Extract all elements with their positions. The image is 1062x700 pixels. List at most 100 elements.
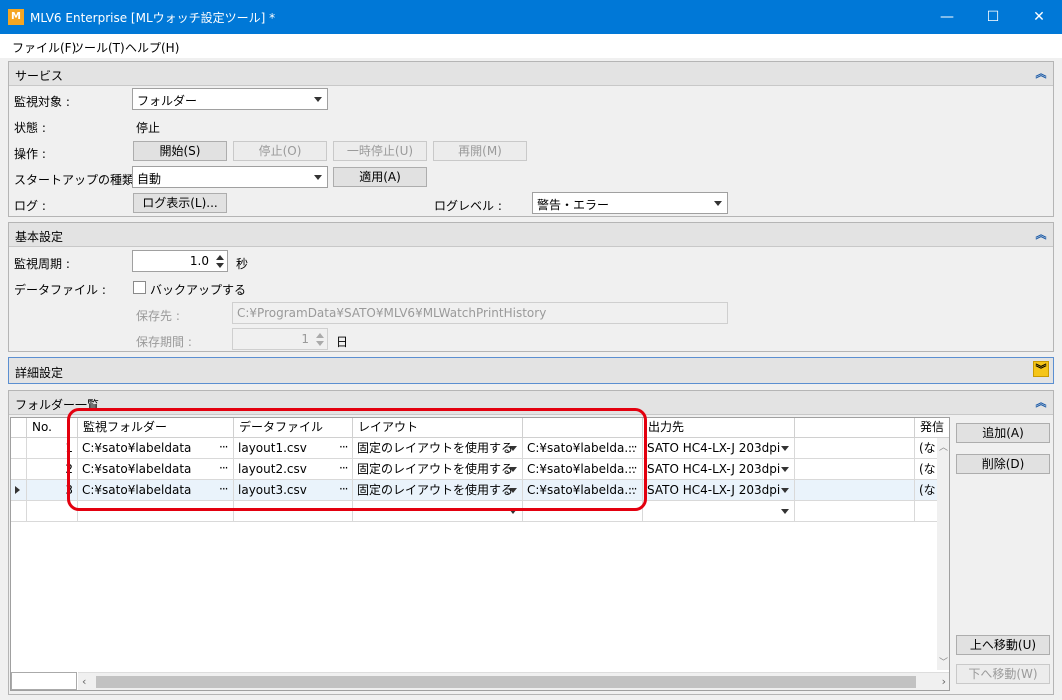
cell-datafile[interactable]: layout1.csv [234,438,353,459]
spin-down-icon[interactable] [216,263,224,268]
chevron-down-icon[interactable] [509,488,517,493]
add-button[interactable]: 追加(A) [956,423,1050,443]
maximize-button[interactable]: ☐ [970,0,1016,34]
cell-layout-path[interactable] [523,501,643,522]
menu-file[interactable]: ファイル(F) [12,39,76,56]
cell-extra[interactable]: (なし [915,480,937,501]
browse-icon[interactable]: ··· [339,438,349,456]
browse-icon[interactable]: ··· [339,459,349,477]
row-header[interactable] [11,438,27,459]
browse-icon[interactable]: ··· [628,459,638,477]
scroll-thumb[interactable] [96,676,916,688]
cell-output[interactable]: SATO HC4-LX-J 203dpi [643,480,795,501]
log-view-button[interactable]: ログ表示(L)... [133,193,227,213]
scroll-down-icon[interactable]: ﹀ [939,655,948,668]
header-extra[interactable]: 発信 [915,418,949,438]
chevron-down-icon[interactable] [509,446,517,451]
expand-down-icon[interactable]: ︾ [1033,361,1049,377]
table-row[interactable]: 1 C:¥sato¥labeldata ··· layout1.csv ··· … [11,438,949,459]
detail-panel[interactable]: 詳細設定 ︾ [8,357,1054,384]
collapse-up-icon[interactable]: ︽ [1033,66,1049,82]
cell-blank[interactable] [795,459,915,480]
cell-layout[interactable]: 固定のレイアウトを使用する [353,459,523,480]
scroll-right-icon[interactable]: › [942,675,946,688]
menu-tools[interactable]: ツール(T) [72,39,125,56]
row-header[interactable] [11,480,27,501]
cell-folder[interactable]: C:¥sato¥labeldata [78,459,234,480]
cell-output[interactable] [643,501,795,522]
delete-button[interactable]: 削除(D) [956,454,1050,474]
cell-folder[interactable]: C:¥sato¥labeldata [78,438,234,459]
move-up-button[interactable]: 上へ移動(U) [956,635,1050,655]
cell-datafile[interactable]: layout2.csv [234,459,353,480]
header-output[interactable]: 出力先 [643,418,795,438]
stop-button[interactable]: 停止(O) [233,141,327,161]
apply-button[interactable]: 適用(A) [333,167,427,187]
cell-extra[interactable]: (なし [915,459,937,480]
spin-up-icon[interactable] [316,333,324,338]
cell-layout[interactable] [353,501,523,522]
cell-layout-path[interactable]: C:¥sato¥labelda... [523,459,643,480]
header-layout-path[interactable] [523,418,643,438]
cell-folder[interactable]: C:¥sato¥labeldata [78,480,234,501]
move-down-button[interactable]: 下へ移動(W) [956,664,1050,684]
horizontal-scrollbar[interactable]: ‹ › [78,672,949,690]
resume-button[interactable]: 再開(M) [433,141,527,161]
cell-no[interactable]: 2 [27,459,78,480]
vertical-scrollbar[interactable]: ︿ ﹀ [937,438,949,670]
period-spinner[interactable]: 1.0 [132,250,228,272]
loglevel-combo[interactable]: 警告・エラー [532,192,728,214]
cell-datafile[interactable] [234,501,353,522]
row-header[interactable] [11,459,27,480]
target-combo[interactable]: フォルダー [132,88,328,110]
browse-icon[interactable]: ··· [219,459,229,477]
dest-field[interactable]: C:¥ProgramData¥SATO¥MLV6¥MLWatchPrintHis… [232,302,728,324]
cell-layout[interactable]: 固定のレイアウトを使用する [353,480,523,501]
cell-blank[interactable] [795,480,915,501]
chevron-down-icon[interactable] [781,467,789,472]
cell-blank[interactable] [795,501,915,522]
pause-button[interactable]: 一時停止(U) [333,141,427,161]
cell-folder[interactable] [78,501,234,522]
header-blank[interactable] [795,418,915,438]
chevron-down-icon[interactable] [509,509,517,514]
cell-datafile[interactable]: layout3.csv [234,480,353,501]
cell-no[interactable] [27,501,78,522]
cell-layout-path[interactable]: C:¥sato¥labelda... [523,480,643,501]
cell-layout-path[interactable]: C:¥sato¥labelda... [523,438,643,459]
chevron-down-icon[interactable] [781,446,789,451]
menu-help[interactable]: ヘルプ(H) [125,39,179,56]
cell-layout[interactable]: 固定のレイアウトを使用する [353,438,523,459]
backup-checkbox[interactable] [133,281,146,294]
chevron-down-icon[interactable] [781,509,789,514]
cell-blank[interactable] [795,438,915,459]
browse-icon[interactable]: ··· [628,438,638,456]
cell-no[interactable]: 3 [27,480,78,501]
scroll-left-icon[interactable]: ‹ [82,675,86,688]
header-datafile[interactable]: データファイル [234,418,353,438]
close-button[interactable]: ✕ [1016,0,1062,34]
startup-combo[interactable]: 自動 [132,166,328,188]
chevron-down-icon[interactable] [509,467,517,472]
browse-icon[interactable]: ··· [219,480,229,498]
collapse-up-icon[interactable]: ︽ [1033,227,1049,243]
spin-down-icon[interactable] [316,341,324,346]
retention-spinner[interactable]: 1 [232,328,328,350]
new-row[interactable] [11,501,949,522]
row-header[interactable] [11,501,27,522]
table-row[interactable]: 2 C:¥sato¥labeldata ··· layout2.csv ··· … [11,459,949,480]
header-no[interactable]: No. [27,418,78,438]
browse-icon[interactable]: ··· [219,438,229,456]
start-button[interactable]: 開始(S) [133,141,227,161]
cell-output[interactable]: SATO HC4-LX-J 203dpi [643,459,795,480]
browse-icon[interactable]: ··· [339,480,349,498]
chevron-down-icon[interactable] [781,488,789,493]
cell-no[interactable]: 1 [27,438,78,459]
header-folder[interactable]: 監視フォルダー [78,418,234,438]
collapse-up-icon[interactable]: ︽ [1033,395,1049,411]
table-row[interactable]: 3 C:¥sato¥labeldata ··· layout3.csv ··· … [11,480,949,501]
minimize-button[interactable]: — [924,0,970,34]
cell-output[interactable]: SATO HC4-LX-J 203dpi [643,438,795,459]
detail-header[interactable]: 詳細設定 ︾ [9,358,1053,383]
scroll-up-icon[interactable]: ︿ [939,440,948,453]
